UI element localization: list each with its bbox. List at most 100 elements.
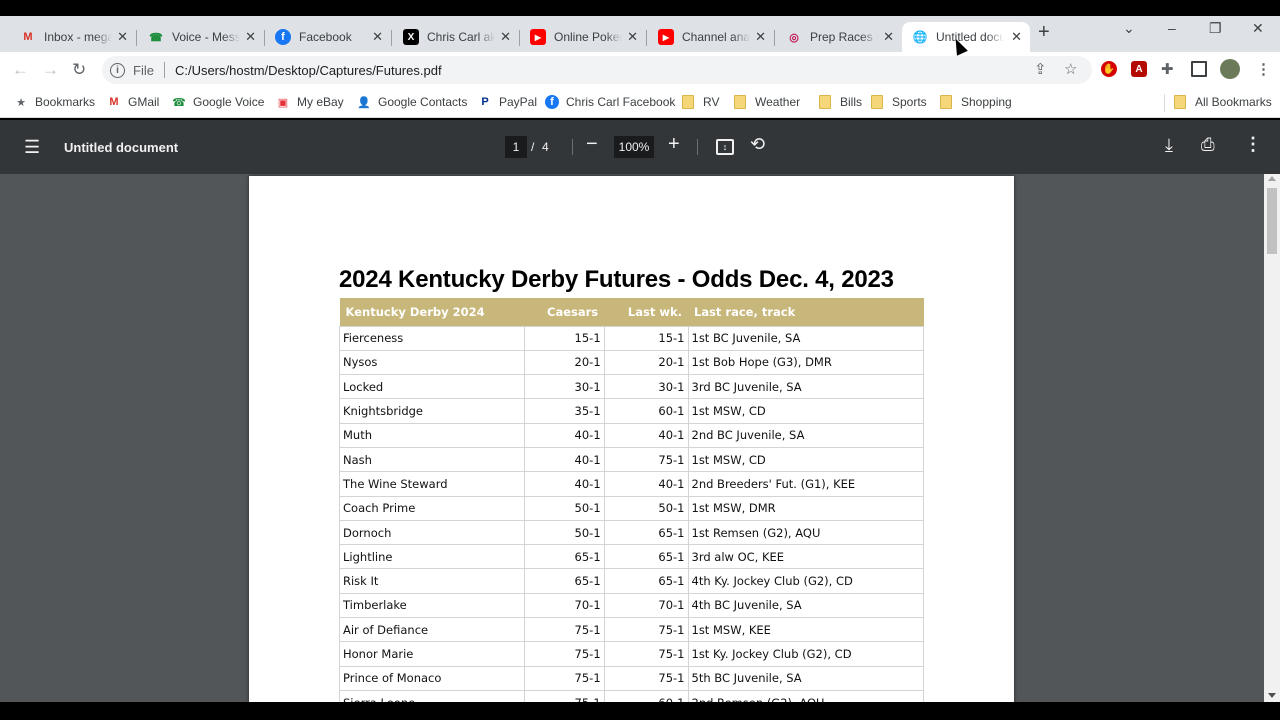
- close-tab-icon[interactable]: ✕: [372, 29, 383, 45]
- horse-name-cell: Honor Marie: [339, 641, 525, 667]
- google-voice-icon: ☎: [172, 96, 186, 109]
- bookmark-item[interactable]: RV: [682, 95, 719, 109]
- close-tab-icon[interactable]: ✕: [627, 29, 638, 45]
- adblock-extension-icon[interactable]: ✋: [1101, 61, 1117, 77]
- browser-tab[interactable]: ◎ Prep Races | ✕: [776, 22, 902, 52]
- bookmark-item[interactable]: P PayPal: [478, 95, 537, 109]
- side-panel-icon[interactable]: [1191, 61, 1207, 77]
- bookmark-label: RV: [703, 95, 720, 109]
- back-arrow-icon[interactable]: ←: [12, 60, 29, 80]
- reload-icon[interactable]: ↻: [72, 60, 86, 80]
- address-bar[interactable]: i File C:/Users/hostm/Desktop/Captures/F…: [102, 56, 1092, 84]
- table-row: Fierceness 15-1 15-1 1st BC Juvenile, SA: [339, 325, 924, 351]
- url-text[interactable]: C:/Users/hostm/Desktop/Captures/Futures.…: [175, 63, 442, 78]
- last-week-odds-cell: 40-1: [603, 471, 689, 497]
- profile-avatar[interactable]: [1220, 59, 1240, 79]
- horse-name-cell: Knightsbridge: [339, 398, 525, 424]
- browser-tab[interactable]: ☎ Voice - Messages ✕: [138, 22, 265, 52]
- site-info-icon[interactable]: i: [110, 62, 125, 78]
- horse-name-cell: Dornoch: [339, 519, 525, 546]
- last-week-odds-cell: 20-1: [603, 349, 689, 376]
- folder-icon: [1174, 95, 1186, 109]
- scrollbar-thumb[interactable]: [1267, 188, 1277, 254]
- bookmark-item[interactable]: ▣ My eBay: [276, 95, 344, 109]
- horse-name-cell: Risk It: [339, 568, 525, 594]
- toolbar-divider: [697, 139, 698, 155]
- header-horse: Kentucky Derby 2024: [339, 298, 525, 326]
- close-tab-icon[interactable]: ✕: [245, 29, 256, 45]
- last-race-cell: 1st MSW, KEE: [687, 617, 924, 643]
- pdf-page: 2024 Kentucky Derby Futures - Odds Dec. …: [249, 176, 1014, 702]
- zoom-out-button[interactable]: −: [586, 134, 598, 154]
- acrobat-extension-icon[interactable]: A: [1131, 61, 1147, 77]
- rotate-icon[interactable]: ⟲: [750, 134, 765, 155]
- caesars-odds-cell: 35-1: [523, 398, 605, 424]
- horse-name-cell: Air of Defiance: [339, 617, 525, 643]
- print-icon[interactable]: ⎙: [1201, 135, 1215, 155]
- extensions-puzzle-icon[interactable]: ✚: [1161, 60, 1174, 78]
- bookmark-item[interactable]: Bills: [819, 95, 862, 109]
- horse-name-cell: The Wine Steward: [339, 471, 525, 497]
- zoom-in-button[interactable]: +: [668, 134, 680, 154]
- facebook-icon: f: [545, 95, 559, 109]
- download-icon[interactable]: ⤓: [1165, 135, 1173, 156]
- table-row: Air of Defiance 75-1 75-1 1st MSW, KEE: [339, 617, 924, 643]
- table-row: Sierra Leone75-160-12nd Remsen (G2), AQU: [339, 689, 924, 702]
- minimize-button[interactable]: –: [1168, 20, 1176, 36]
- bookmark-item[interactable]: Shopping: [940, 95, 1012, 109]
- bookmark-item[interactable]: M GMail: [107, 95, 159, 109]
- zoom-level-input[interactable]: 100%: [614, 136, 654, 158]
- document-title: Untitled document: [64, 140, 179, 155]
- restore-button[interactable]: ❐: [1209, 20, 1222, 37]
- browser-tab[interactable]: f Facebook ✕: [265, 22, 392, 52]
- fit-to-page-icon[interactable]: ↕: [716, 139, 734, 155]
- tab-divider: [391, 30, 392, 46]
- bookmark-item[interactable]: 👤 Google Contacts: [357, 95, 467, 109]
- page-number-input[interactable]: 1: [505, 136, 527, 158]
- tab-search-button[interactable]: ⌄: [1123, 20, 1135, 37]
- new-tab-button[interactable]: +: [1038, 22, 1050, 42]
- bookmark-item[interactable]: Sports: [871, 95, 927, 109]
- caesars-odds-cell: 15-1: [523, 325, 605, 351]
- bookmark-label: GMail: [128, 95, 160, 109]
- pdf-viewport[interactable]: 2024 Kentucky Derby Futures - Odds Dec. …: [0, 174, 1264, 702]
- browser-tab[interactable]: X Chris Carl aka ✕: [393, 22, 520, 52]
- close-tab-icon[interactable]: ✕: [1011, 29, 1022, 45]
- bookmark-item[interactable]: f Chris Carl Facebook: [545, 95, 675, 109]
- share-icon[interactable]: ⇪: [1034, 60, 1047, 78]
- table-row: Coach Prime 50-1 50-1 1st MSW, DMR: [339, 495, 924, 521]
- close-tab-icon[interactable]: ✕: [500, 29, 511, 45]
- header-last-race: Last race, track: [688, 298, 924, 326]
- close-window-button[interactable]: ✕: [1252, 20, 1264, 37]
- vertical-scrollbar[interactable]: [1264, 174, 1280, 702]
- bookmark-star-icon[interactable]: ☆: [1064, 60, 1077, 78]
- all-bookmarks-button[interactable]: All Bookmarks: [1174, 95, 1272, 109]
- bookmark-label: Google Contacts: [378, 95, 468, 109]
- bookmark-item[interactable]: Weather: [734, 95, 800, 109]
- browser-tab[interactable]: ▶ Channel analytics ✕: [648, 22, 775, 52]
- header-last-week: Last wk.: [604, 298, 688, 326]
- close-tab-icon[interactable]: ✕: [883, 29, 894, 45]
- horse-name-cell: Prince of Monaco: [339, 665, 525, 691]
- close-tab-icon[interactable]: ✕: [117, 29, 128, 45]
- table-header-row: Kentucky Derby 2024 Caesars Last wk. Las…: [339, 298, 924, 326]
- forward-arrow-icon[interactable]: →: [42, 60, 59, 80]
- bookmark-item[interactable]: ☎ Google Voice: [172, 95, 264, 109]
- more-actions-icon[interactable]: ⋮: [1244, 134, 1262, 155]
- browser-menu-icon[interactable]: ⋮: [1256, 60, 1271, 78]
- pdf-toolbar: ☰ Untitled document 1 / 4 − 100% + ↕ ⟲ ⤓…: [0, 120, 1280, 174]
- hamburger-menu-icon[interactable]: ☰: [24, 138, 40, 156]
- browser-tab[interactable]: M Inbox - megan ✕: [10, 22, 137, 52]
- table-row: Locked 30-1 30-1 3rd BC Juvenile, SA: [339, 374, 924, 400]
- bookmark-item[interactable]: ★ Bookmarks: [14, 95, 95, 109]
- browser-tab[interactable]: ▶ Online Poker ✕: [520, 22, 647, 52]
- horse-name-cell: Coach Prime: [339, 495, 525, 521]
- bookmark-label: Google Voice: [193, 95, 265, 109]
- scroll-up-arrow-icon[interactable]: [1268, 176, 1276, 181]
- page-separator: /: [531, 140, 535, 154]
- scroll-down-arrow-icon[interactable]: [1268, 693, 1276, 698]
- horse-name-cell: Locked: [339, 374, 525, 400]
- close-tab-icon[interactable]: ✕: [755, 29, 766, 45]
- last-week-odds-cell: 40-1: [603, 422, 689, 448]
- odds-table: Kentucky Derby 2024 Caesars Last wk. Las…: [339, 298, 924, 702]
